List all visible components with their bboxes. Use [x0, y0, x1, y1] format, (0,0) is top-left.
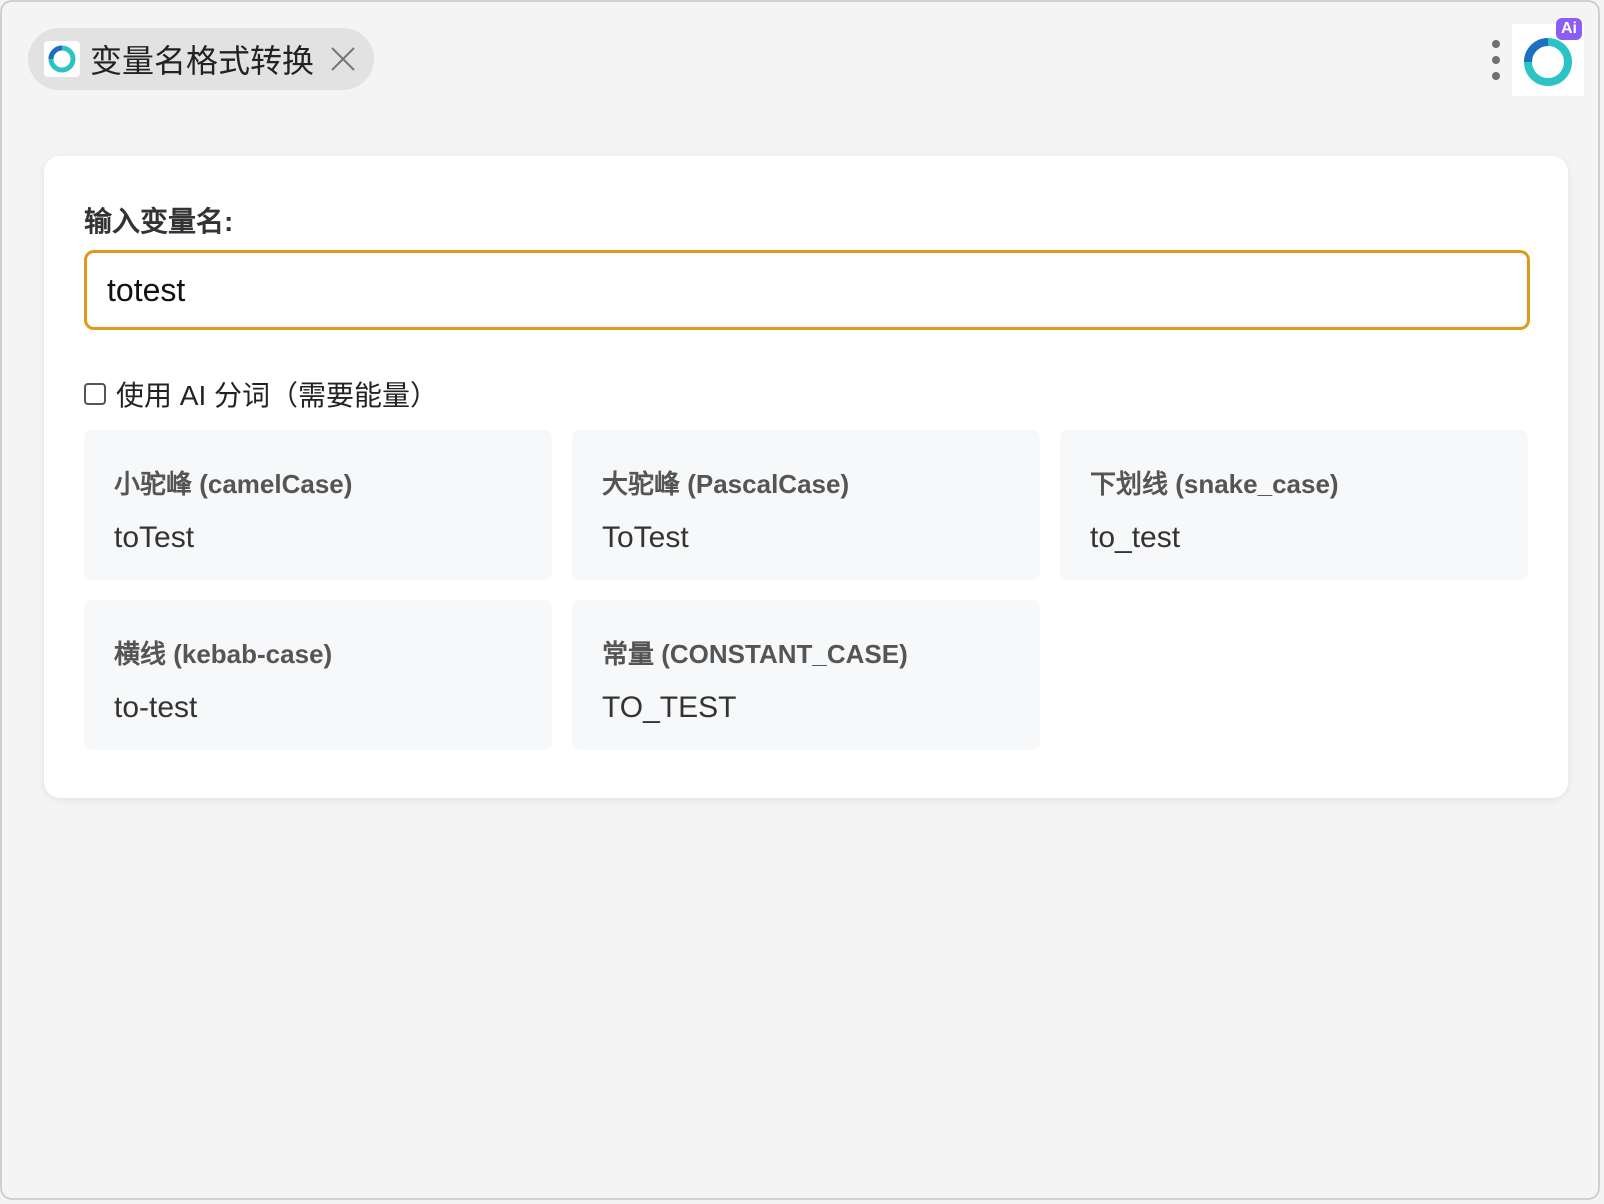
tab-title: 变量名格式转换 — [90, 43, 315, 79]
converter-panel: 输入变量名: 使用 AI 分词（需要能量） 小驼峰 (camelCase) to… — [44, 156, 1568, 798]
ai-segmentation-checkbox[interactable] — [84, 383, 106, 405]
result-value: TO_TEST — [602, 691, 737, 724]
result-constant-case[interactable]: 常量 (CONSTANT_CASE) TO_TEST — [572, 600, 1040, 750]
input-label: 输入变量名: — [84, 206, 234, 237]
ai-segmentation-option[interactable]: 使用 AI 分词（需要能量） — [84, 374, 438, 414]
app-logo-icon — [1524, 38, 1572, 86]
close-icon[interactable] — [328, 44, 358, 74]
result-snake-case[interactable]: 下划线 (snake_case) to_test — [1060, 430, 1528, 580]
result-value: to-test — [114, 691, 198, 724]
result-pascal-case[interactable]: 大驼峰 (PascalCase) ToTest — [572, 430, 1040, 580]
ai-assistant-button[interactable]: Ai — [1512, 18, 1584, 96]
result-title: 横线 (kebab-case) — [114, 639, 333, 669]
tab-variable-converter[interactable]: 变量名格式转换 — [28, 28, 374, 90]
result-value: toTest — [114, 521, 195, 554]
ai-badge: Ai — [1556, 18, 1582, 40]
result-camel-case[interactable]: 小驼峰 (camelCase) toTest — [84, 430, 552, 580]
result-title: 大驼峰 (PascalCase) — [602, 469, 850, 499]
app-window: 变量名格式转换 Ai 输入变量名: 使用 AI 分词（需要能量） 小驼峰 (ca… — [0, 0, 1600, 1200]
variable-input-wrapper — [84, 250, 1530, 330]
result-title: 常量 (CONSTANT_CASE) — [602, 639, 908, 669]
more-vertical-icon[interactable] — [1482, 36, 1510, 84]
result-title: 小驼峰 (camelCase) — [114, 469, 353, 499]
result-value: to_test — [1090, 521, 1181, 554]
result-value: ToTest — [602, 521, 689, 554]
variable-name-input[interactable] — [87, 253, 1527, 327]
ai-segmentation-label: 使用 AI 分词（需要能量） — [116, 380, 439, 411]
result-title: 下划线 (snake_case) — [1090, 469, 1339, 499]
app-logo-icon — [44, 41, 80, 77]
result-kebab-case[interactable]: 横线 (kebab-case) to-test — [84, 600, 552, 750]
